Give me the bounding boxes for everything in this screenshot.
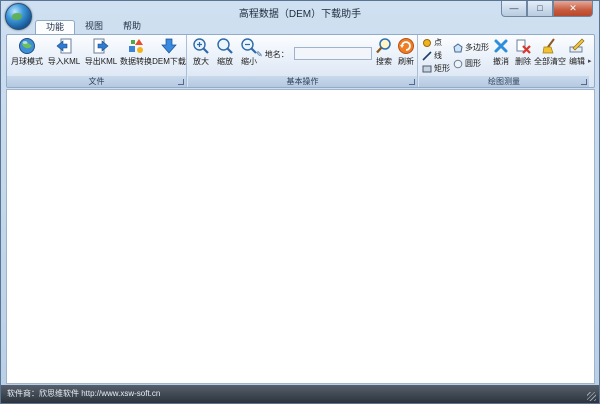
rectangle-label: 矩形	[434, 64, 450, 73]
polygon-icon	[453, 42, 463, 52]
circle-icon	[453, 59, 463, 68]
edit-button[interactable]: 编辑	[567, 37, 587, 67]
delete-button[interactable]: 删除	[513, 37, 533, 67]
group-basic-label: 基本操作	[188, 76, 417, 87]
place-name-label: ✎ 地名：	[256, 49, 289, 60]
status-text: 软件商：欣思维软件 http://www.xsw-soft.cn	[7, 389, 161, 398]
zoom-in-label: 放大	[193, 57, 209, 66]
tab-view[interactable]: 视图	[75, 20, 113, 34]
maximize-button[interactable]: □	[527, 1, 553, 17]
clear-all-icon	[542, 38, 555, 54]
undo-label: 撤消	[493, 57, 509, 66]
zoom-label: 缩放	[217, 57, 233, 66]
status-bar: 软件商：欣思维软件 http://www.xsw-soft.cn	[1, 385, 599, 403]
point-label: 点	[434, 38, 442, 47]
ribbon-scroll-right-icon[interactable]: ▸	[588, 57, 593, 65]
import-kml-button[interactable]: 导入KML	[47, 37, 81, 67]
download-icon	[161, 38, 177, 54]
refresh-label: 刷新	[398, 57, 414, 66]
point-icon	[423, 38, 431, 47]
zoom-button[interactable]: 缩放	[214, 37, 236, 67]
clear-all-label: 全部清空	[534, 57, 566, 66]
zoom-icon	[217, 38, 233, 54]
undo-icon	[494, 39, 508, 53]
map-view[interactable]	[6, 89, 595, 384]
circle-tool[interactable]: 圆形	[453, 58, 481, 69]
search-label: 搜索	[376, 57, 392, 66]
refresh-button[interactable]: 刷新	[396, 37, 416, 67]
place-pin-icon: ✎	[256, 50, 263, 59]
moon-mode-label: 月球模式	[11, 57, 43, 66]
import-kml-label: 导入KML	[47, 57, 81, 66]
zoom-in-icon	[193, 38, 209, 54]
tab-function[interactable]: 功能	[35, 20, 76, 34]
refresh-icon	[398, 38, 414, 54]
delete-icon	[516, 39, 531, 54]
clear-all-button[interactable]: 全部清空	[534, 37, 566, 67]
group-draw-label: 绘图测量	[419, 76, 589, 87]
group-draw-launcher[interactable]	[581, 79, 587, 85]
dem-download-button[interactable]: DEM下载	[152, 37, 186, 67]
line-label: 线	[434, 51, 442, 60]
rectangle-tool[interactable]: 矩形	[422, 63, 450, 74]
app-globe-icon[interactable]	[5, 3, 32, 30]
export-kml-button[interactable]: 导出KML	[84, 37, 118, 67]
place-name-text: 地名：	[264, 50, 289, 59]
data-convert-button[interactable]: 数据转换	[119, 37, 153, 67]
minimize-button[interactable]: —	[501, 1, 527, 17]
tab-help[interactable]: 帮助	[113, 20, 151, 34]
polygon-label: 多边形	[465, 43, 489, 52]
group-basic-launcher[interactable]	[409, 79, 415, 85]
data-convert-label: 数据转换	[120, 57, 152, 66]
edit-icon	[569, 38, 585, 53]
zoom-in-button[interactable]: 放大	[190, 37, 212, 67]
polygon-tool[interactable]: 多边形	[453, 42, 489, 53]
globe-icon	[19, 38, 35, 54]
search-button[interactable]: 搜索	[374, 37, 394, 67]
line-tool[interactable]: 线	[422, 50, 442, 61]
export-kml-label: 导出KML	[84, 57, 118, 66]
close-button[interactable]: ✕	[553, 1, 593, 17]
dem-download-label: DEM下载	[152, 57, 186, 66]
point-tool[interactable]: 点	[422, 37, 442, 48]
import-icon	[56, 38, 72, 54]
group-file: 月球模式 导入KML 导出KML 数据转换 DEM下载 文件	[7, 35, 187, 87]
export-icon	[93, 38, 109, 54]
title-bar[interactable]: 高程数据（DEM）下载助手 — □ ✕	[1, 1, 599, 21]
search-icon	[376, 38, 391, 54]
app-window: 高程数据（DEM）下载助手 — □ ✕ 功能 视图 帮助 月球模式 导入KML …	[0, 0, 600, 404]
undo-button[interactable]: 撤消	[491, 37, 511, 67]
convert-icon	[129, 39, 143, 53]
group-file-label: 文件	[7, 76, 186, 87]
circle-label: 圆形	[465, 59, 481, 68]
delete-label: 删除	[515, 57, 531, 66]
window-controls: — □ ✕	[501, 1, 593, 17]
edit-label: 编辑	[569, 57, 585, 66]
ribbon-tabs: 功能 视图 帮助	[35, 20, 151, 34]
group-file-launcher[interactable]	[178, 79, 184, 85]
group-draw: 点 线 矩形 多边形 圆形 撤消 删除 全部清空 编辑 绘图测量	[419, 35, 589, 87]
moon-mode-button[interactable]: 月球模式	[10, 37, 44, 67]
group-basic: 放大 缩放 缩小 ✎ 地名： 搜索 刷新 基本操作	[188, 35, 418, 87]
resize-grip-icon[interactable]	[587, 392, 596, 401]
ribbon: 月球模式 导入KML 导出KML 数据转换 DEM下载 文件 放大 缩放 缩小 …	[6, 34, 595, 88]
rectangle-icon	[422, 65, 432, 72]
place-name-input[interactable]	[294, 47, 372, 60]
line-icon	[422, 50, 432, 61]
